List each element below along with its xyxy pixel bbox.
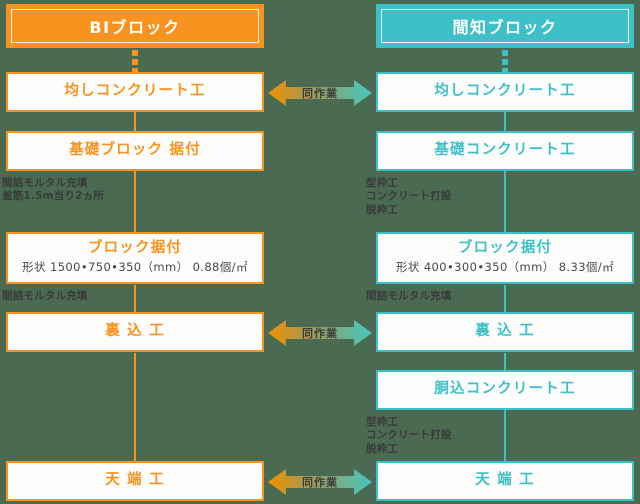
annotation-line: コンクリート打設 xyxy=(366,429,452,442)
column-header-left-label: BIブロック xyxy=(89,18,181,37)
step-title: 天 端 工 xyxy=(475,472,535,489)
connector-right-2 xyxy=(504,171,506,233)
annotation-right-1: 型枠工 コンクリート打設 脱枠工 xyxy=(366,177,452,217)
step-box-left-5[interactable]: 天 端 工 xyxy=(6,461,264,501)
step-box-left-4[interactable]: 裏 込 工 xyxy=(6,312,264,352)
step-box-left-2[interactable]: 基礎ブロック 据付 xyxy=(6,131,264,171)
dotted-connector-right xyxy=(502,50,508,74)
step-title: 胴込コンクリート工 xyxy=(434,381,576,398)
same-work-label: 同作業 xyxy=(302,476,338,489)
step-title: 均しコンクリート工 xyxy=(434,83,576,100)
column-header-right: 間知ブロック xyxy=(376,4,634,48)
step-title: 基礎コンクリート工 xyxy=(434,142,576,159)
dotted-connector-left xyxy=(132,50,138,74)
same-work-label: 同作業 xyxy=(302,327,338,340)
step-title: 裏 込 工 xyxy=(475,323,535,340)
connector-left-3 xyxy=(134,285,136,313)
step-box-right-6[interactable]: 天 端 工 xyxy=(376,461,634,501)
annotation-right-3: 型枠工 コンクリート打設 脱枠工 xyxy=(366,416,452,456)
same-work-arrow-3: 同作業 xyxy=(268,467,372,497)
dot xyxy=(502,59,508,65)
step-title: 基礎ブロック 据付 xyxy=(69,142,201,159)
step-box-right-4[interactable]: 裏 込 工 xyxy=(376,312,634,352)
same-work-arrow-1: 同作業 xyxy=(268,78,372,108)
column-header-right-label: 間知ブロック xyxy=(452,18,558,37)
step-box-right-5[interactable]: 胴込コンクリート工 xyxy=(376,370,634,410)
annotation-line: 間詰モルタル充填 xyxy=(2,290,88,302)
annotation-line: 脱枠工 xyxy=(366,442,399,455)
annotation-right-2: 間詰モルタル充填 xyxy=(366,290,452,303)
step-title: 裏 込 工 xyxy=(105,323,165,340)
annotation-left-1: 間詰モルタル充填 差筋1.5m当り2ヵ所 xyxy=(2,177,104,204)
same-work-arrow-2: 同作業 xyxy=(268,318,372,348)
annotation-left-2: 間詰モルタル充填 xyxy=(2,290,88,303)
step-box-right-1[interactable]: 均しコンクリート工 xyxy=(376,72,634,112)
dot xyxy=(132,50,138,56)
step-title: 天 端 工 xyxy=(105,472,165,489)
annotation-line: 間詰モルタル充填 xyxy=(2,177,88,189)
step-title: ブロック据付 xyxy=(457,239,553,256)
step-box-right-3[interactable]: ブロック据付 形状 400•300•350（mm） 8.33個/㎡ xyxy=(376,232,634,284)
step-box-left-3[interactable]: ブロック据付 形状 1500•750•350（mm） 0.88個/㎡ xyxy=(6,232,264,284)
connector-left-1 xyxy=(134,112,136,132)
annotation-line: 間詰モルタル充填 xyxy=(366,290,452,302)
annotation-line: 型枠工 xyxy=(366,416,399,428)
connector-left-2 xyxy=(134,171,136,233)
connector-left-4 xyxy=(134,353,136,462)
step-title: 均しコンクリート工 xyxy=(64,83,206,100)
dot xyxy=(132,59,138,65)
connector-right-3 xyxy=(504,285,506,313)
annotation-line: 脱枠工 xyxy=(366,203,399,216)
annotation-line: 型枠工 xyxy=(366,177,399,189)
step-title: ブロック据付 xyxy=(87,239,183,256)
annotation-line: コンクリート打設 xyxy=(366,190,452,203)
column-header-left: BIブロック xyxy=(6,4,264,48)
step-subtext: 形状 400•300•350（mm） 8.33個/㎡ xyxy=(395,260,614,275)
step-subtext: 形状 1500•750•350（mm） 0.88個/㎡ xyxy=(22,260,248,275)
flowchart-canvas: BIブロック 間知ブロック 均しコンクリート工 基礎ブロック 据付 ブロック据付… xyxy=(0,0,640,504)
connector-right-5 xyxy=(504,401,506,462)
step-box-right-2[interactable]: 基礎コンクリート工 xyxy=(376,131,634,171)
same-work-label: 同作業 xyxy=(302,87,338,100)
step-box-left-1[interactable]: 均しコンクリート工 xyxy=(6,72,264,112)
connector-right-1 xyxy=(504,112,506,132)
dot xyxy=(502,50,508,56)
annotation-line: 差筋1.5m当り2ヵ所 xyxy=(2,190,105,203)
